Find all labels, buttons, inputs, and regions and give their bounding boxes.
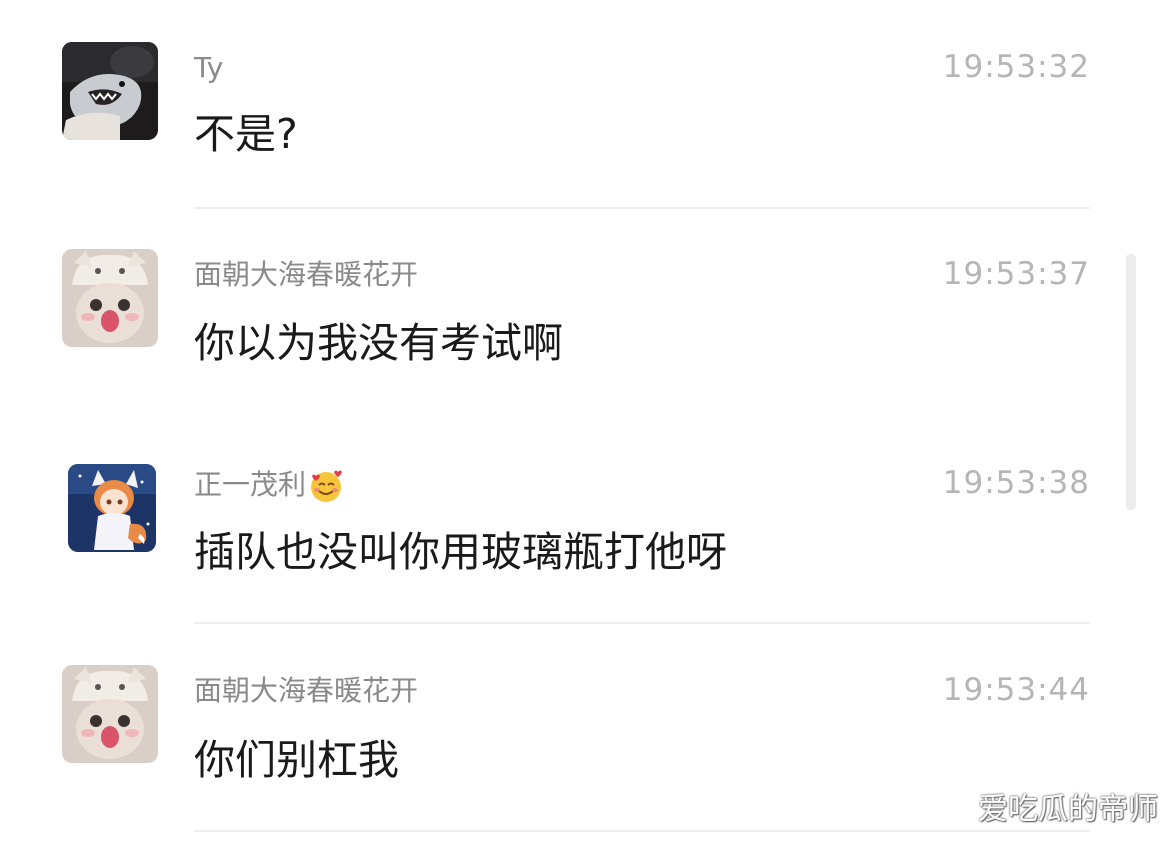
smiling-face-with-hearts-emoji	[311, 470, 343, 502]
message-timestamp: 19:53:37	[942, 256, 1090, 292]
avatar[interactable]	[68, 464, 156, 552]
sender-name: 正一茂利	[194, 468, 344, 504]
message-divider	[194, 622, 1090, 624]
message-divider	[194, 830, 1090, 832]
message-text[interactable]: 插队也没叫你用玻璃瓶打他呀	[194, 528, 727, 576]
watermark: 爱吃瓜的帝师	[978, 792, 1158, 827]
message-timestamp: 19:53:38	[942, 465, 1090, 501]
message-timestamp: 19:53:44	[942, 672, 1090, 708]
shark-plush-avatar	[62, 42, 158, 140]
sender-name: 面朝大海春暖花开	[194, 258, 419, 291]
avatar[interactable]	[62, 665, 158, 763]
avatar[interactable]	[62, 42, 158, 140]
cat-hat-avatar	[62, 249, 158, 347]
message-text[interactable]: 你以为我没有考试啊	[194, 319, 563, 367]
chat-message-list: Ty 19:53:32 不是? 面朝大海春暖花开 19:53:37 你以为我没有…	[0, 0, 1172, 848]
message-text[interactable]: 不是?	[194, 110, 298, 158]
message-text[interactable]: 你们别杠我	[194, 736, 399, 784]
message-timestamp: 19:53:32	[942, 49, 1090, 85]
avatar[interactable]	[62, 249, 158, 347]
sender-name: 面朝大海春暖花开	[194, 674, 419, 707]
sender-name-text: 正一茂利	[194, 468, 307, 501]
scrollbar[interactable]	[1126, 254, 1136, 510]
sender-name: Ty	[194, 51, 224, 84]
cat-hat-avatar	[62, 665, 158, 763]
anime-fox-girl-avatar	[68, 464, 156, 552]
message-divider	[194, 207, 1090, 209]
